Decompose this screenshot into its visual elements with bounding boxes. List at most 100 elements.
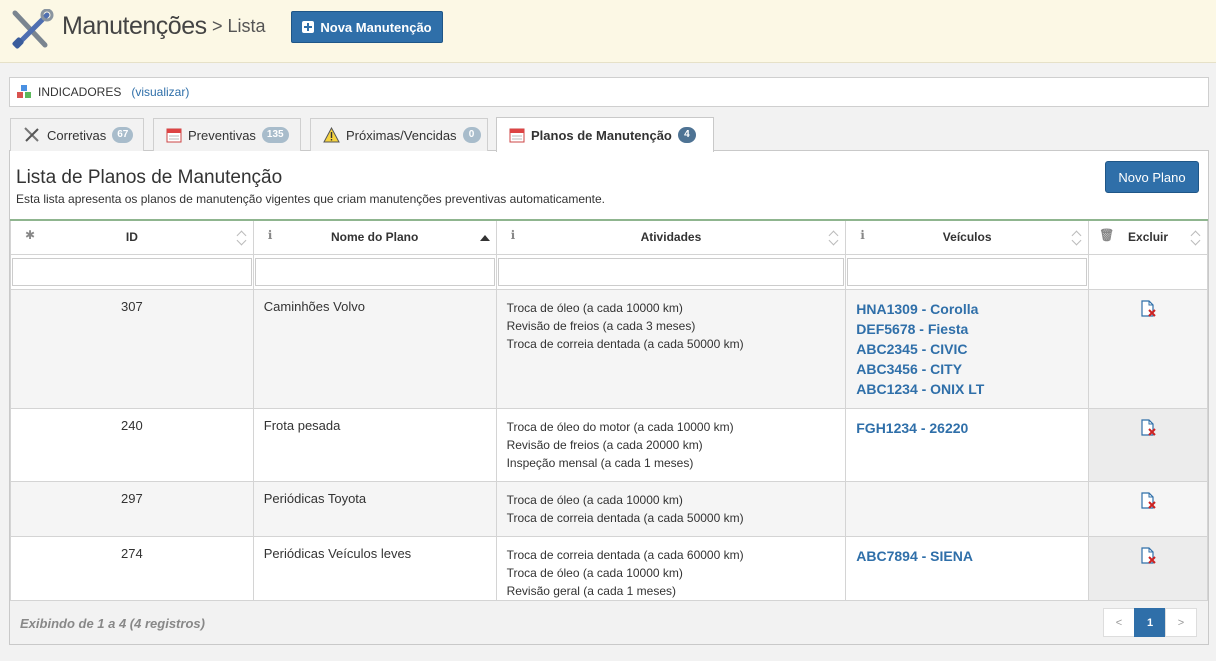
vehicle-link[interactable]: ABC3456 - CITY xyxy=(856,359,1078,379)
info-icon: ℹ xyxy=(510,228,516,242)
tab-count-badge: 0 xyxy=(462,127,481,143)
tab-planos-manutencao[interactable]: Planos de Manutenção 4 xyxy=(496,117,714,152)
column-header-plan-name[interactable]: ℹ Nome do Plano xyxy=(252,219,497,255)
main-panel: Corretivas 67 Preventivas 135 Próximas/V… xyxy=(9,117,1209,645)
table-row: 297 Periódicas Toyota Troca de óleo (a cad… xyxy=(10,480,1208,537)
filter-empty-cell xyxy=(1088,253,1208,290)
new-maintenance-button[interactable]: Nova Manutenção xyxy=(291,11,443,43)
vehicles-cell xyxy=(845,480,1090,537)
vehicles-cell: HNA1309 - Corolla DEF5678 - Fiesta ABC2345… xyxy=(845,288,1090,409)
plan-name-cell: Caminhões Volvo xyxy=(252,288,497,409)
table-footer: Exibindo de 1 a 4 (4 registros) < 1 > xyxy=(10,600,1208,644)
activity-item: Revisão de freios (a cada 20000 km) xyxy=(506,437,703,452)
pager-page-button[interactable]: 1 xyxy=(1134,608,1166,637)
column-header-delete[interactable]: 🗑 Excluir xyxy=(1088,219,1208,255)
filter-row xyxy=(10,253,1208,290)
sort-icon xyxy=(237,230,247,246)
tab-corretivas[interactable]: Corretivas 67 xyxy=(10,118,144,151)
tab-preventivas[interactable]: Preventivas 135 xyxy=(153,118,301,151)
records-info: Exibindo de 1 a 4 (4 registros) xyxy=(20,616,205,631)
activities-cell: Troca de correia dentada (a cada 60000 k… xyxy=(495,535,847,610)
delete-document-icon[interactable] xyxy=(1139,546,1157,565)
tools-icon xyxy=(24,127,39,142)
vehicle-link[interactable]: FGH1234 - 26220 xyxy=(856,418,1078,438)
delete-cell xyxy=(1088,288,1208,409)
delete-cell xyxy=(1088,407,1208,482)
tab-count-badge: 4 xyxy=(677,127,696,143)
delete-document-icon[interactable] xyxy=(1139,491,1157,510)
column-header-vehicles[interactable]: ℹ Veículos xyxy=(845,219,1090,255)
activity-item: Troca de óleo do motor (a cada 10000 km) xyxy=(506,419,734,434)
table-row: 307 Caminhões Volvo Troca de óleo (a cada … xyxy=(10,288,1208,409)
indicators-label: INDICADORES xyxy=(38,85,122,99)
activities-cell: Troca de óleo (a cada 10000 km) Revisão d… xyxy=(495,288,847,409)
activity-item: Troca de correia dentada (a cada 50000 k… xyxy=(506,336,744,351)
delete-document-icon[interactable] xyxy=(1139,418,1157,437)
pagination: < 1 > xyxy=(1103,608,1197,637)
sort-icon xyxy=(829,230,839,246)
sort-ascending-icon xyxy=(479,230,490,246)
activity-item: Revisão de freios (a cada 3 meses) xyxy=(506,318,696,333)
tools-logo-icon xyxy=(12,9,54,49)
tab-bar: Corretivas 67 Preventivas 135 Próximas/V… xyxy=(9,117,1209,152)
plus-icon xyxy=(302,21,315,33)
column-header-label: Veículos xyxy=(942,230,992,245)
column-header-activities[interactable]: ℹ Atividades xyxy=(495,219,847,255)
asterisk-icon: ✱ xyxy=(25,228,36,242)
plan-id-cell: 274 xyxy=(10,535,254,610)
tab-label: Planos de Manutenção xyxy=(531,127,672,143)
list-title: Lista de Planos de Manutenção xyxy=(16,167,283,188)
blocks-icon xyxy=(17,85,31,98)
plan-name-cell: Periódicas Veículos leves xyxy=(252,535,497,610)
vehicle-link[interactable]: ABC1234 - ONIX LT xyxy=(856,379,1078,399)
warning-icon xyxy=(323,127,340,143)
page-title: Manutenções xyxy=(62,12,207,40)
indicators-view-link[interactable]: (visualizar) xyxy=(131,85,189,99)
activity-item: Troca de correia dentada (a cada 50000 k… xyxy=(506,510,744,525)
column-header-id[interactable]: ✱ ID xyxy=(10,219,254,255)
activity-item: Troca de óleo (a cada 10000 km) xyxy=(506,300,683,315)
info-icon: ℹ xyxy=(267,228,273,242)
list-description: Esta lista apresenta os planos de manute… xyxy=(16,192,606,206)
activity-item: Revisão geral (a cada 1 meses) xyxy=(506,583,676,598)
tab-label: Próximas/Vencidas xyxy=(346,127,457,143)
plan-id-cell: 297 xyxy=(10,480,254,537)
filter-name-input[interactable] xyxy=(254,257,495,286)
plan-name-cell: Frota pesada xyxy=(252,407,497,482)
pager-next-button[interactable]: > xyxy=(1165,608,1197,637)
tab-label: Corretivas xyxy=(47,127,107,143)
delete-cell xyxy=(1088,480,1208,537)
column-header-label: Excluir xyxy=(1128,230,1169,245)
delete-cell xyxy=(1088,535,1208,610)
vehicle-link[interactable]: DEF5678 - Fiesta xyxy=(856,319,1078,339)
column-header-label: Atividades xyxy=(640,230,702,245)
pager-prev-button[interactable]: < xyxy=(1103,608,1135,637)
activity-item: Inspeção mensal (a cada 1 meses) xyxy=(506,455,694,470)
plan-id-cell: 240 xyxy=(10,407,254,482)
new-plan-button[interactable]: Novo Plano xyxy=(1105,161,1199,193)
vehicles-cell: ABC7894 - SIENA xyxy=(845,535,1090,610)
sort-icon xyxy=(1191,230,1201,246)
vehicle-link[interactable]: HNA1309 - Corolla xyxy=(856,299,1078,319)
info-icon: ℹ xyxy=(860,228,865,242)
filter-id-input[interactable] xyxy=(12,257,252,286)
new-maintenance-label: Nova Manutenção xyxy=(320,19,432,35)
tab-count-badge: 67 xyxy=(112,127,134,143)
vehicle-link[interactable]: ABC2345 - CIVIC xyxy=(856,339,1078,359)
trash-icon: 🗑 xyxy=(1099,228,1115,242)
tab-proximas-vencidas[interactable]: Próximas/Vencidas 0 xyxy=(310,118,488,151)
delete-document-icon[interactable] xyxy=(1139,299,1157,318)
plans-table: ✱ ID ℹ Nome do Plano ℹ Atividades ℹ Veíc… xyxy=(10,219,1208,610)
filter-activities-input[interactable] xyxy=(497,257,845,286)
activity-item: Troca de óleo (a cada 10000 km) xyxy=(506,565,683,580)
plan-name-cell: Periódicas Toyota xyxy=(252,480,497,537)
vehicle-link[interactable]: ABC7894 - SIENA xyxy=(856,546,1078,566)
breadcrumb: > Lista xyxy=(212,16,266,36)
table-row: 274 Periódicas Veículos leves Troca de cor… xyxy=(10,535,1208,610)
calendar-icon xyxy=(509,128,525,143)
plan-id-cell: 307 xyxy=(10,288,254,409)
table-row: 240 Frota pesada Troca de óleo do motor (a… xyxy=(10,407,1208,482)
column-header-label: Nome do Plano xyxy=(331,230,419,245)
activities-cell: Troca de óleo (a cada 10000 km) Troca de … xyxy=(495,480,847,537)
filter-vehicles-input[interactable] xyxy=(847,257,1088,286)
